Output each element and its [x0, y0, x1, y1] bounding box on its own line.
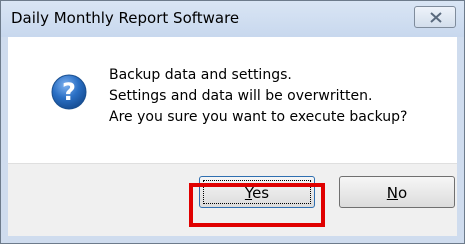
highlight-box — [189, 183, 325, 227]
message-line-2: Settings and data will be overwritten. — [109, 88, 373, 104]
message-text: Backup data and settings. Settings and d… — [109, 65, 407, 128]
no-mnemonic: N — [386, 184, 399, 202]
title-bar[interactable]: Daily Monthly Report Software — [1, 1, 464, 37]
no-button[interactable]: No — [339, 176, 455, 208]
question-glyph: ? — [62, 78, 76, 106]
message-line-3: Are you sure you want to execute backup? — [109, 109, 408, 125]
message-area: ? Backup data and settings. Settings and… — [8, 37, 457, 163]
close-button[interactable] — [414, 6, 456, 28]
message-line-1: Backup data and settings. — [109, 67, 292, 83]
no-label-rest: o — [398, 184, 408, 202]
window-title: Daily Monthly Report Software — [11, 9, 240, 27]
question-icon: ? — [51, 74, 87, 110]
close-icon — [430, 12, 442, 23]
